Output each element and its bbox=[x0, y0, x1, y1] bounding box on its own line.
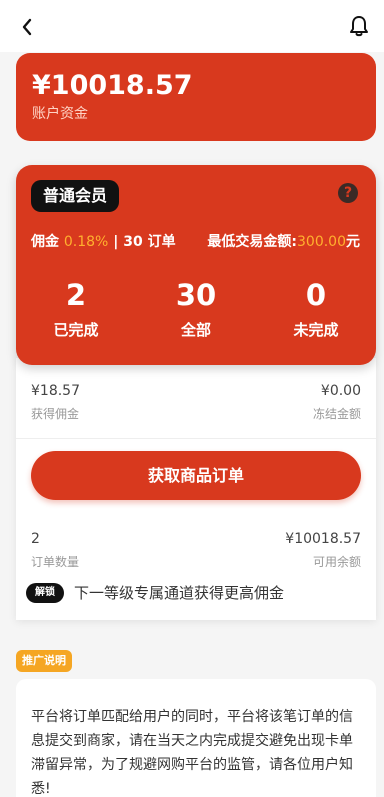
orders-values-row: 2 ¥10018.57 bbox=[31, 531, 361, 547]
stat-incomplete: 0 未完成 bbox=[256, 275, 376, 340]
frozen-value: ¥0.00 bbox=[320, 383, 361, 399]
min-amount-unit: 元 bbox=[346, 234, 360, 250]
order-stats: 2 已完成 30 全部 0 未完成 bbox=[16, 275, 376, 340]
min-amount-label: 最低交易金额: bbox=[207, 234, 297, 250]
top-bar bbox=[0, 0, 384, 52]
commission-rate: 0.18% bbox=[63, 234, 109, 250]
member-level-badge: 普通会员 bbox=[31, 180, 120, 212]
balance-card: ¥10018.57 账户资金 bbox=[16, 53, 376, 141]
orders-labels-row: 订单数量 可用余额 bbox=[31, 553, 361, 570]
notification-button[interactable] bbox=[346, 13, 372, 39]
stat-value: 0 bbox=[305, 278, 327, 312]
separator: | bbox=[113, 234, 124, 250]
order-quota: 30 订单 bbox=[123, 234, 176, 250]
earnings-labels-row: 获得佣金 冻结金额 bbox=[31, 405, 361, 422]
promo-text: 平台将订单匹配给用户的同时，平台将该笔订单的信息提交到商家，请在当天之内完成提交… bbox=[31, 709, 353, 797]
stat-all: 30 全部 bbox=[136, 275, 256, 340]
order-count-value: 2 bbox=[31, 531, 40, 547]
balance-label: 账户资金 bbox=[32, 106, 88, 122]
details-panel: ¥18.57 ¥0.00 获得佣金 冻结金额 获取商品订单 2 ¥10018.5… bbox=[16, 358, 376, 620]
unlock-text: 下一等级专属通道获得更高佣金 bbox=[74, 584, 285, 602]
available-label: 可用余额 bbox=[312, 555, 361, 569]
back-button[interactable] bbox=[14, 14, 40, 40]
commission-info: 佣金 0.18% | 30 订单 bbox=[31, 231, 176, 251]
stat-value: 30 bbox=[175, 278, 217, 312]
stat-label: 未完成 bbox=[293, 321, 339, 339]
get-order-button[interactable]: 获取商品订单 bbox=[31, 451, 361, 500]
commission-label: 佣金 bbox=[31, 234, 59, 250]
stat-label: 全部 bbox=[180, 321, 211, 339]
chevron-left-icon bbox=[22, 18, 32, 36]
membership-card: 普通会员 ? 佣金 0.18% | 30 订单 最低交易金额:300.00元 2… bbox=[16, 165, 376, 365]
min-amount-value: 300.00 bbox=[297, 234, 346, 250]
earned-value: ¥18.57 bbox=[31, 383, 80, 399]
earnings-values-row: ¥18.57 ¥0.00 bbox=[31, 383, 361, 399]
question-circle-icon[interactable]: ? bbox=[338, 183, 358, 203]
promo-tag: 推广说明 bbox=[16, 650, 72, 672]
bell-icon bbox=[350, 16, 368, 37]
order-count-label: 订单数量 bbox=[31, 555, 80, 569]
frozen-label: 冻结金额 bbox=[312, 407, 361, 421]
divider bbox=[16, 438, 376, 439]
available-value: ¥10018.57 bbox=[285, 531, 361, 547]
stat-completed: 2 已完成 bbox=[16, 275, 136, 340]
page: ¥10018.57 账户资金 普通会员 ? 佣金 0.18% | 30 订单 最… bbox=[0, 0, 384, 797]
promo-card: 平台将订单匹配给用户的同时，平台将该笔订单的信息提交到商家，请在当天之内完成提交… bbox=[16, 679, 376, 797]
min-amount-info: 最低交易金额:300.00元 bbox=[207, 231, 360, 251]
unlock-badge: 解锁 bbox=[26, 582, 64, 603]
stat-value: 2 bbox=[65, 278, 87, 312]
unlock-row[interactable]: 解锁 下一等级专属通道获得更高佣金 bbox=[26, 582, 284, 603]
earned-label: 获得佣金 bbox=[31, 407, 80, 421]
balance-amount: ¥10018.57 bbox=[32, 70, 193, 101]
stat-label: 已完成 bbox=[53, 321, 99, 339]
